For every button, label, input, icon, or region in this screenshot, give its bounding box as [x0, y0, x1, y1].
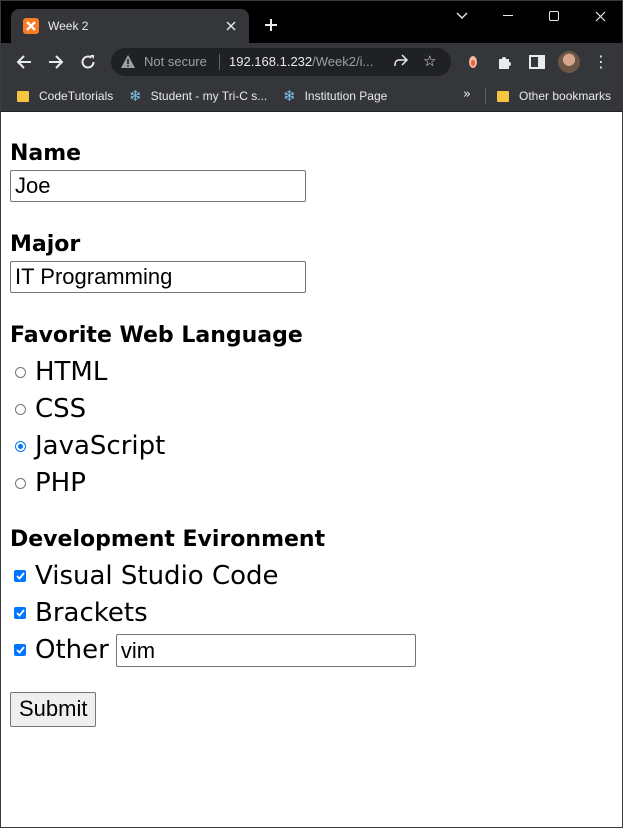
radio-option-javascript[interactable]: JavaScript — [10, 429, 165, 463]
bookmark-institution-page[interactable]: ❄ Institution Page — [283, 86, 387, 106]
radio-option-html[interactable]: HTML — [10, 355, 107, 389]
url-host: 192.168.1.232 — [229, 54, 313, 69]
radio-button[interactable] — [15, 477, 26, 489]
browser-toolbar: Not secure 192.168.1.232/Week2/i... ☆ ⋮ — [1, 43, 622, 81]
checkbox-checked[interactable] — [14, 607, 26, 619]
bookmark-codetutorials[interactable]: CodeTutorials — [17, 86, 113, 106]
forward-arrow-icon[interactable] — [44, 50, 68, 74]
folder-icon — [497, 90, 509, 102]
browser-window: Week 2 Not secure 192.168.1.232/Week2/i.… — [0, 0, 623, 828]
xampp-favicon-icon — [23, 18, 39, 34]
snowflake-icon: ❄ — [283, 88, 296, 105]
radio-button[interactable] — [15, 366, 26, 378]
snowflake-icon: ❄ — [129, 88, 142, 105]
folder-icon — [17, 90, 29, 102]
other-bookmarks-label: Other bookmarks — [519, 89, 612, 103]
other-environment-input[interactable]: vim — [115, 633, 416, 667]
radio-label: HTML — [35, 357, 108, 387]
bookmark-label: Institution Page — [304, 89, 388, 103]
checkbox-label: Visual Studio Code — [35, 561, 279, 591]
browser-tab[interactable]: Week 2 — [11, 9, 249, 43]
bookmark-other-bookmarks[interactable]: Other bookmarks — [497, 86, 611, 106]
bookmarks-bar: CodeTutorials ❄ Student - my Tri-C s... … — [1, 81, 622, 112]
name-input[interactable]: Joe — [10, 170, 306, 202]
tab-search-icon[interactable] — [439, 6, 485, 26]
minimize-icon[interactable] — [485, 6, 531, 26]
url-text[interactable]: 192.168.1.232/Week2/i... — [229, 54, 379, 69]
radio-button-selected[interactable] — [15, 440, 26, 452]
checkbox-label: Other — [35, 635, 109, 665]
checkbox-checked[interactable] — [14, 570, 26, 582]
share-icon[interactable] — [393, 53, 409, 73]
security-label[interactable]: Not secure — [144, 54, 207, 69]
tab-strip: Week 2 — [1, 1, 622, 43]
omnibox-divider — [219, 54, 220, 70]
warning-icon[interactable] — [120, 54, 136, 73]
tab-close-icon[interactable] — [221, 16, 241, 36]
close-window-icon[interactable] — [577, 6, 622, 26]
major-input[interactable]: IT Programming — [10, 261, 306, 293]
bookmark-label: CodeTutorials — [39, 89, 114, 103]
reload-icon[interactable] — [76, 50, 100, 74]
bookmarks-divider — [485, 88, 486, 104]
name-label: Name — [10, 141, 82, 166]
menu-kebab-icon[interactable]: ⋮ — [593, 52, 609, 72]
major-label: Major — [10, 232, 81, 257]
radio-button[interactable] — [15, 403, 26, 415]
radio-option-css[interactable]: CSS — [10, 392, 86, 426]
bookmark-student-tric[interactable]: ❄ Student - my Tri-C s... — [129, 86, 267, 106]
checkbox-checked[interactable] — [14, 644, 26, 656]
puzzle-extensions-icon[interactable] — [495, 52, 515, 72]
extension-icon[interactable] — [463, 52, 483, 72]
url-path: /Week2/i... — [312, 54, 374, 69]
submit-button[interactable]: Submit — [10, 692, 97, 727]
checkbox-option-vscode[interactable]: Visual Studio Code — [10, 559, 279, 593]
maximize-icon[interactable] — [531, 6, 577, 26]
page-content: Name Joe Major IT Programming Favorite W… — [1, 112, 622, 827]
radio-label: PHP — [35, 468, 86, 498]
checkbox-option-other[interactable]: Other vim — [10, 633, 416, 667]
back-arrow-icon[interactable] — [12, 50, 36, 74]
address-bar[interactable]: Not secure 192.168.1.232/Week2/i... ☆ — [111, 48, 451, 76]
bookmark-star-icon[interactable]: ☆ — [423, 52, 436, 70]
favorite-language-label: Favorite Web Language — [10, 323, 303, 348]
radio-label: JavaScript — [35, 431, 166, 461]
bookmarks-overflow-icon[interactable]: » — [463, 87, 471, 102]
side-panel-icon[interactable] — [527, 52, 547, 72]
checkbox-option-brackets[interactable]: Brackets — [10, 596, 148, 630]
radio-label: CSS — [35, 394, 87, 424]
radio-option-php[interactable]: PHP — [10, 466, 86, 500]
tab-title: Week 2 — [48, 19, 89, 33]
checkbox-label: Brackets — [35, 598, 148, 628]
development-environment-label: Development Evironment — [10, 527, 326, 552]
bookmark-label: Student - my Tri-C s... — [150, 89, 268, 103]
profile-avatar[interactable] — [558, 51, 580, 73]
new-tab-button[interactable] — [259, 15, 283, 39]
